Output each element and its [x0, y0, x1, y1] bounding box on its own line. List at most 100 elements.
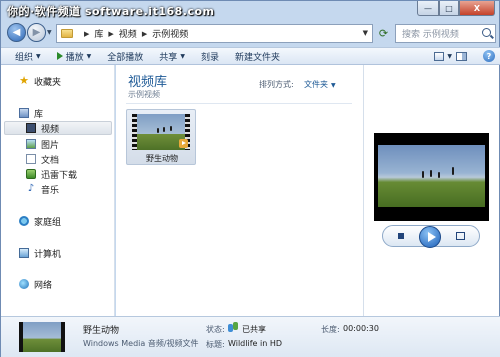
chevron-right-icon[interactable]: ▶ [108, 30, 113, 38]
nav-label: 迅雷下载 [41, 170, 78, 181]
chevron-right-icon[interactable]: ▶ [84, 30, 89, 38]
nav-label: 文档 [41, 155, 60, 166]
bird-shape [422, 171, 424, 178]
bird-shape [170, 126, 172, 131]
preview-pane-icon[interactable] [456, 51, 467, 61]
shared-icon [228, 322, 238, 332]
details-file-type: Windows Media 音频/视频文件 [83, 339, 199, 348]
video-preview[interactable] [374, 133, 489, 221]
nav-label: 网络 [34, 280, 53, 291]
address-row: ◀ ▶ ▼ ▶ 库 ▶ 视频 ▶ 示例视频 ▼ ⟳ 搜索 示例视频 [1, 19, 500, 47]
folder-icon [61, 29, 73, 38]
video-icon [26, 123, 36, 133]
star-icon: ★ [19, 74, 29, 87]
maximize-button[interactable]: □ [439, 1, 459, 16]
chevron-right-icon[interactable]: ▶ [142, 30, 147, 38]
length-label: 长度: [321, 325, 340, 334]
minimize-button[interactable]: — [417, 1, 439, 16]
fullscreen-icon[interactable] [456, 232, 465, 240]
play-icon[interactable] [419, 226, 441, 248]
media-controls [382, 225, 480, 248]
title-value[interactable]: Wildlife in HD [228, 339, 282, 348]
music-icon: ♪ [27, 183, 35, 194]
details-thumbnail [19, 322, 65, 352]
chevron-down-icon: ▼ [331, 82, 336, 89]
chevron-down-icon[interactable]: ▼ [447, 53, 452, 60]
new-folder-label: 新建文件夹 [234, 52, 280, 63]
video-thumbnail [132, 114, 190, 150]
video-file-item[interactable]: 野生动物 [126, 109, 196, 165]
arrange-by-label: 排列方式: [259, 80, 294, 89]
network-icon [19, 279, 29, 289]
media-play-icon [179, 139, 188, 148]
nav-item-videos[interactable]: 视频 [4, 121, 112, 135]
watermark-text: 你的·软件频道 software.it168.com [7, 5, 215, 18]
play-icon [56, 52, 63, 60]
document-icon [26, 154, 36, 164]
refresh-icon[interactable]: ⟳ [375, 25, 392, 42]
address-bar[interactable]: ▶ 库 ▶ 视频 ▶ 示例视频 ▼ [56, 24, 373, 43]
recent-pages-dropdown-icon[interactable]: ▼ [47, 29, 52, 36]
preview-pane [363, 65, 499, 316]
close-button[interactable]: X [459, 1, 495, 16]
file-name: 野生动物 [146, 154, 178, 163]
play-all-label: 全部播放 [107, 52, 144, 63]
play-all-button[interactable]: 全部播放 [107, 50, 143, 63]
thumbnail-image [23, 322, 61, 352]
search-icon[interactable] [482, 28, 491, 37]
breadcrumb-sample-videos[interactable]: 示例视频 [152, 27, 188, 40]
breadcrumb-videos[interactable]: 视频 [119, 27, 137, 40]
status-label: 状态: [206, 325, 225, 334]
details-pane: 野生动物 Windows Media 音频/视频文件 状态: 已共享 标题: W… [1, 316, 500, 357]
search-input[interactable]: 搜索 示例视频 [395, 24, 496, 43]
bird-shape [438, 172, 440, 178]
command-bar: 组织 ▼ 播放 ▼ 全部播放 共享 ▼ 刻录 新建文件夹 ▼ ? [1, 47, 500, 65]
play-button[interactable]: 播放 ▼ [56, 50, 92, 63]
navigation-pane: ★ 收藏夹 库 视频 图片 文档 迅雷下载 ♪ 音乐 家庭组 计算机 网络 [1, 65, 115, 316]
title-bar: 你的·软件频道 software.it168.com — □ X [1, 1, 500, 19]
chevron-down-icon: ▼ [86, 52, 92, 60]
back-arrow-icon[interactable]: ◀ [7, 23, 26, 42]
nav-label: 图片 [41, 140, 60, 151]
share-label: 共享 [159, 52, 178, 63]
toolbar-right: ▼ ? [434, 50, 495, 62]
details-file-name: 野生动物 [83, 326, 120, 336]
library-subtitle: 示例视频 [128, 90, 160, 99]
change-view-icon[interactable] [434, 51, 445, 61]
file-list-pane: 视频库 示例视频 排列方式: 文件夹 ▼ 野生动物 [116, 65, 363, 316]
divider [126, 103, 352, 104]
chevron-down-icon: ▼ [36, 52, 41, 60]
preview-image [378, 145, 485, 207]
arrange-by-value: 文件夹 [304, 80, 328, 89]
nav-label: 库 [34, 109, 44, 120]
homegroup-icon [19, 216, 29, 226]
share-button[interactable]: 共享 ▼ [159, 50, 185, 63]
forward-arrow-icon[interactable]: ▶ [27, 23, 46, 42]
search-placeholder: 搜索 示例视频 [402, 30, 459, 40]
new-folder-button[interactable]: 新建文件夹 [235, 50, 280, 63]
library-icon [19, 108, 29, 118]
burn-button[interactable]: 刻录 [201, 50, 219, 63]
help-icon[interactable]: ? [483, 50, 495, 62]
nav-label: 计算机 [34, 249, 62, 260]
organize-button[interactable]: 组织 ▼ [15, 50, 41, 63]
title-label: 标题: [206, 340, 225, 349]
address-dropdown-icon[interactable]: ▼ [363, 29, 368, 37]
bird-shape [452, 167, 454, 175]
pictures-icon [26, 139, 36, 149]
length-value: 00:00:30 [343, 324, 379, 333]
arrange-by-dropdown[interactable]: 文件夹 ▼ [304, 79, 336, 90]
computer-icon [19, 248, 29, 258]
status-value: 已共享 [242, 325, 266, 334]
library-title: 视频库 [128, 75, 168, 90]
explorer-window: 你的·软件频道 software.it168.com — □ X ◀ ▶ ▼ ▶… [0, 0, 500, 357]
window-controls: — □ X [417, 1, 495, 16]
bird-shape [163, 127, 165, 132]
stop-icon[interactable] [398, 233, 404, 239]
thumbnail-image [137, 114, 185, 150]
burn-label: 刻录 [200, 52, 219, 63]
nav-label: 视频 [41, 124, 60, 135]
organize-label: 组织 [15, 52, 34, 63]
breadcrumb-libraries[interactable]: 库 [94, 27, 103, 40]
bird-shape [430, 170, 432, 177]
